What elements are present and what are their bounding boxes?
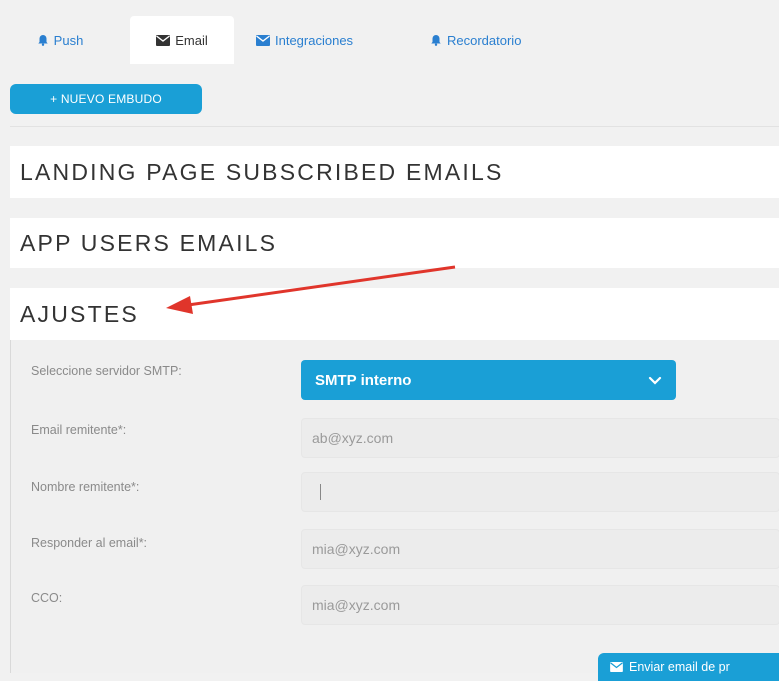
tab-label: Recordatorio <box>447 32 522 48</box>
sender-email-label: Email remitente*: <box>31 423 127 437</box>
tab-label: Integraciones <box>275 32 354 48</box>
section-title: APP USERS EMAILS <box>20 229 278 256</box>
tab-push[interactable]: Push <box>10 16 110 64</box>
send-test-email-label: Enviar email de pr <box>629 660 730 674</box>
envelope-icon <box>256 34 270 46</box>
section-title: LANDING PAGE SUBSCRIBED EMAILS <box>20 158 504 185</box>
smtp-server-value: SMTP interno <box>315 371 412 389</box>
sender-name-label: Nombre remitente*: <box>31 480 140 494</box>
section-ajustes[interactable]: AJUSTES <box>10 288 779 340</box>
tab-label: Email <box>175 32 208 48</box>
tab-integraciones[interactable]: Integraciones <box>256 16 396 64</box>
sender-email-field[interactable] <box>301 418 779 458</box>
tab-label: Push <box>53 32 84 48</box>
section-title: AJUSTES <box>20 300 139 327</box>
tab-bar: Push Email Integraciones Recordatorio <box>10 14 779 64</box>
send-test-email-button[interactable]: Enviar email de pr <box>598 653 779 681</box>
bell-icon <box>431 35 441 46</box>
bcc-field[interactable] <box>301 585 779 625</box>
tab-email[interactable]: Email <box>130 16 234 64</box>
smtp-server-select[interactable]: SMTP interno <box>301 360 676 400</box>
divider <box>10 126 779 127</box>
sender-name-field[interactable] <box>301 472 779 512</box>
section-landing-page-emails[interactable]: LANDING PAGE SUBSCRIBED EMAILS <box>10 146 779 198</box>
text-cursor <box>320 484 321 500</box>
section-app-users-emails[interactable]: APP USERS EMAILS <box>10 218 779 268</box>
envelope-icon <box>156 34 171 46</box>
chevron-down-icon <box>648 376 662 385</box>
tab-recordatorio[interactable]: Recordatorio <box>430 16 570 64</box>
bcc-label: CCO: <box>31 591 63 605</box>
reply-to-label: Responder al email*: <box>31 536 148 550</box>
reply-to-field[interactable] <box>301 529 779 569</box>
bell-icon <box>37 35 48 46</box>
envelope-icon <box>610 662 623 672</box>
settings-panel: Seleccione servidor SMTP: SMTP interno E… <box>10 340 779 681</box>
smtp-server-label: Seleccione servidor SMTP: <box>31 364 182 378</box>
new-funnel-button[interactable]: + NUEVO EMBUDO <box>10 84 202 114</box>
